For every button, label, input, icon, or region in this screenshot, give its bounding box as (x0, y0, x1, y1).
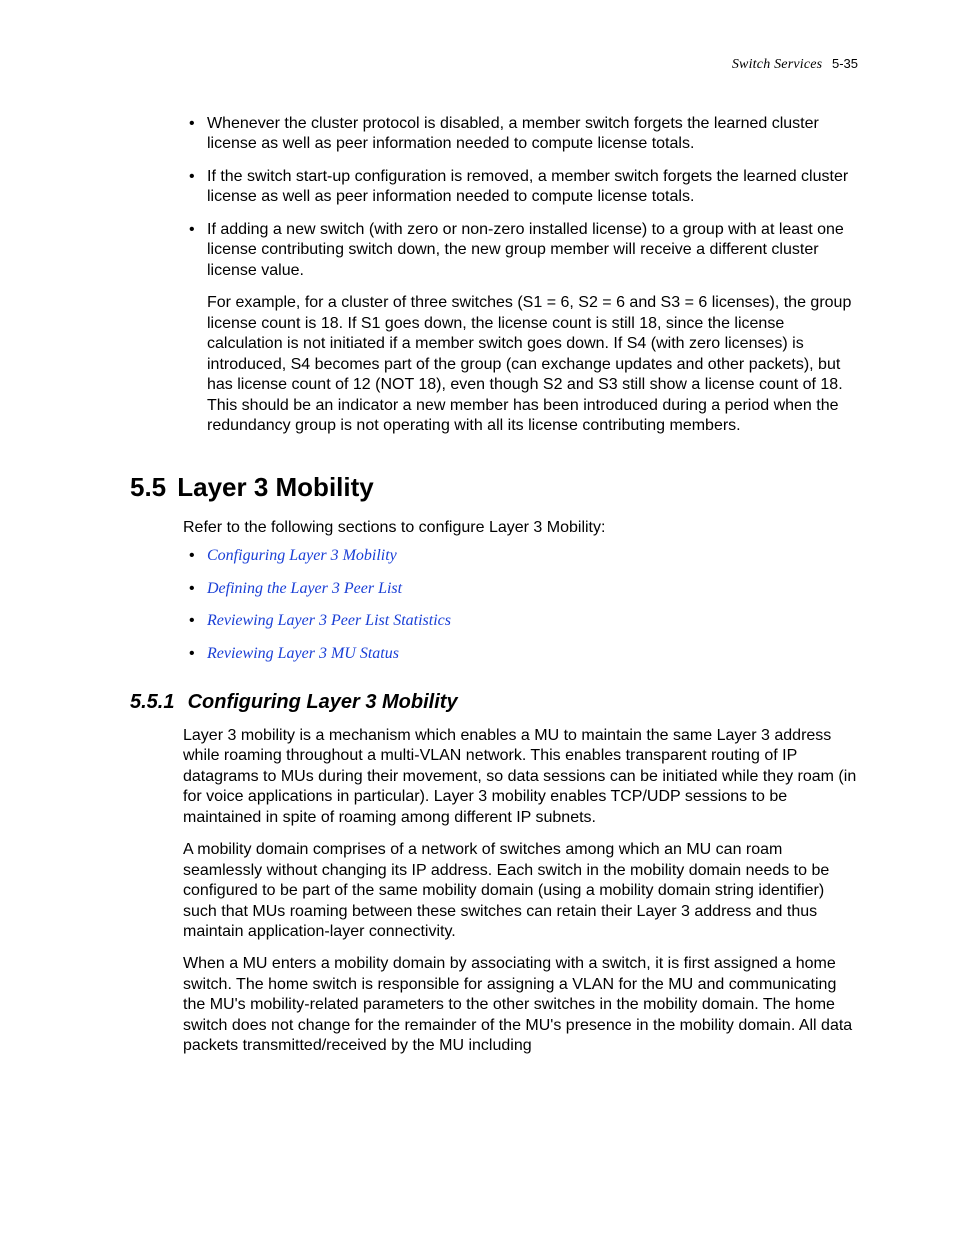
section-body: Refer to the following sections to confi… (148, 518, 860, 664)
header-doc-section: Switch Services (732, 57, 822, 72)
bullet-text: Whenever the cluster protocol is disable… (207, 115, 819, 152)
xref-link[interactable]: Configuring Layer 3 Mobility (207, 547, 397, 564)
list-item: Defining the Layer 3 Peer List (183, 579, 860, 599)
running-header: Switch Services 5-35 (732, 56, 858, 74)
section-number: 5.5 (130, 471, 170, 504)
xref-list: Configuring Layer 3 Mobility Defining th… (183, 546, 860, 664)
list-item: Reviewing Layer 3 MU Status (183, 644, 860, 664)
subsection-body: Layer 3 mobility is a mechanism which en… (148, 726, 860, 1057)
list-item: Configuring Layer 3 Mobility (183, 546, 860, 566)
xref-link[interactable]: Reviewing Layer 3 Peer List Statistics (207, 612, 451, 629)
body-paragraph: Layer 3 mobility is a mechanism which en… (183, 726, 860, 828)
page-container: Switch Services 5-35 Whenever the cluste… (0, 0, 954, 1235)
list-item: Whenever the cluster protocol is disable… (183, 114, 860, 155)
bullet-text: If the switch start-up configuration is … (207, 168, 848, 205)
page-content: Whenever the cluster protocol is disable… (148, 114, 860, 1057)
bullet-text: If adding a new switch (with zero or non… (207, 221, 844, 279)
xref-link[interactable]: Defining the Layer 3 Peer List (207, 580, 402, 597)
body-paragraph: A mobility domain comprises of a network… (183, 840, 860, 942)
subsection-title: Configuring Layer 3 Mobility (188, 691, 458, 713)
section-title: Layer 3 Mobility (177, 472, 374, 502)
carryover-bullet-list: Whenever the cluster protocol is disable… (148, 114, 860, 437)
subsection-heading: 5.5.1 Configuring Layer 3 Mobility (130, 690, 860, 716)
list-item: If the switch start-up configuration is … (183, 167, 860, 208)
example-paragraph: For example, for a cluster of three swit… (183, 293, 860, 436)
bullet-list: Whenever the cluster protocol is disable… (183, 114, 860, 281)
body-paragraph: When a MU enters a mobility domain by as… (183, 954, 860, 1056)
list-item: If adding a new switch (with zero or non… (183, 220, 860, 281)
subsection-number: 5.5.1 (130, 690, 182, 716)
list-item: Reviewing Layer 3 Peer List Statistics (183, 611, 860, 631)
section-heading: 5.5 Layer 3 Mobility (130, 471, 860, 504)
xref-link[interactable]: Reviewing Layer 3 MU Status (207, 645, 399, 662)
section-intro: Refer to the following sections to confi… (183, 518, 860, 538)
header-page-number: 5-35 (832, 56, 858, 71)
